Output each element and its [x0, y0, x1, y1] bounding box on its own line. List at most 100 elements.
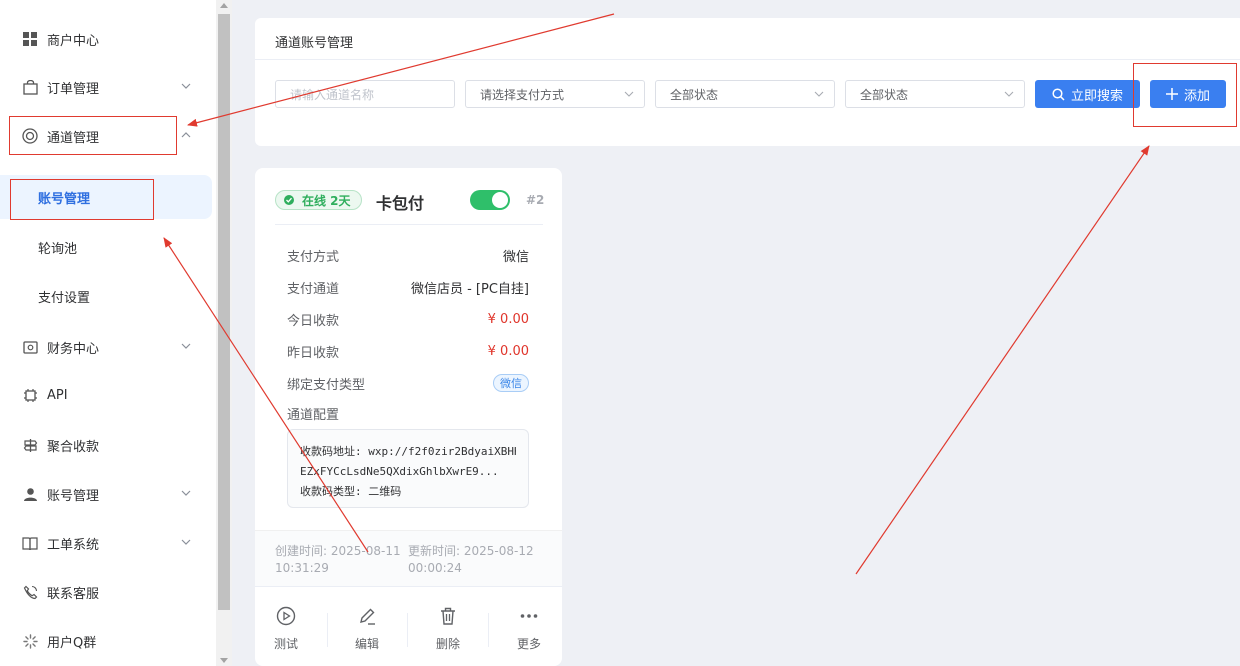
signpost-icon	[22, 437, 38, 453]
test-button[interactable]: 测试	[256, 605, 316, 652]
bag-icon	[22, 79, 38, 95]
sidebar-item-label: 用户Q群	[47, 635, 97, 651]
edit-button[interactable]: 编辑	[337, 605, 397, 652]
pencil-icon	[360, 608, 375, 625]
chevron-up-icon	[181, 132, 191, 138]
scroll-up-arrow-icon[interactable]	[220, 3, 228, 8]
divider	[255, 59, 1240, 60]
status-select-2[interactable]: 全部状态	[845, 80, 1025, 108]
sidebar-scrollbar[interactable]	[216, 0, 232, 666]
chevron-down-icon	[181, 539, 191, 545]
created-value: 10:31:29	[275, 561, 329, 575]
updated-time: 更新时间: 2025-08-12 00:00:24	[408, 543, 534, 577]
card-meta: 创建时间: 2025-08-11 10:31:29 更新时间: 2025-08-…	[255, 530, 562, 586]
page-title: 通道账号管理	[275, 36, 354, 51]
more-dots-icon	[520, 614, 538, 618]
info-row-bind-type: 绑定支付类型 微信	[287, 373, 529, 393]
play-circle-icon	[276, 606, 296, 626]
sidebar-item-customer-service[interactable]: 联系客服	[0, 572, 216, 612]
search-button[interactable]: 立即搜索	[1035, 80, 1140, 108]
pay-method-select[interactable]: 请选择支付方式	[465, 80, 645, 108]
info-row-today-income: 今日收款 ¥ 0.00	[287, 309, 529, 329]
sidebar-item-label: 账号管理	[47, 488, 100, 504]
annotation-box-add-button	[1133, 63, 1237, 127]
enable-toggle[interactable]	[470, 190, 510, 210]
created-label: 创建时间: 2025-08-11	[275, 544, 401, 558]
info-value: 微信	[502, 249, 529, 265]
delete-label: 删除	[435, 637, 460, 651]
sidebar-item-user-qq-group[interactable]: 用户Q群	[0, 621, 216, 661]
sidebar-item-label: API	[47, 387, 68, 403]
divider	[488, 613, 489, 647]
book-icon	[22, 535, 38, 551]
info-row-pay-channel: 支付通道 微信店员 - [PC自挂]	[287, 277, 529, 297]
config-line: 收款码类型: 二维码	[300, 485, 402, 498]
sidebar-item-api[interactable]: API	[0, 375, 216, 415]
sidebar-item-label: 订单管理	[47, 81, 100, 97]
info-key: 支付通道	[287, 281, 340, 297]
grid-icon	[22, 31, 38, 47]
user-icon	[22, 486, 38, 502]
sidebar-item-tickets[interactable]: 工单系统	[0, 523, 216, 563]
scroll-down-arrow-icon[interactable]	[220, 658, 228, 663]
created-time: 创建时间: 2025-08-11 10:31:29	[275, 543, 401, 577]
status-badge: 在线 2天	[275, 190, 362, 210]
chip-icon	[22, 387, 38, 403]
chevron-down-icon	[181, 343, 191, 349]
info-row-pay-method: 支付方式 微信	[287, 245, 529, 265]
phone-icon	[22, 584, 38, 600]
sidebar-item-label: 工单系统	[47, 537, 100, 553]
updated-label: 更新时间: 2025-08-12	[408, 544, 534, 558]
test-label: 测试	[273, 637, 298, 651]
sidebar-subitem-label: 轮询池	[38, 241, 78, 257]
config-line: 收款码地址: wxp://f2f0zir2BdyaiXBHH	[300, 445, 516, 458]
trash-icon	[441, 607, 455, 625]
sidebar-item-label: 联系客服	[47, 586, 100, 602]
channel-name-input[interactable]: 请输入通道名称	[275, 80, 455, 108]
config-label: 通道配置	[287, 408, 340, 423]
sidebar-item-aggregate-collection[interactable]: 聚合收款	[0, 425, 216, 465]
spinner-icon	[22, 633, 38, 649]
annotation-box-channels	[9, 116, 177, 155]
sidebar-subitem-payment-settings[interactable]: 支付设置	[0, 274, 212, 318]
config-line: EZxFYCcLsdNe5QXdixGhlbXwrE9...	[300, 465, 499, 478]
status-select-1-value: 全部状态	[670, 87, 719, 102]
config-box: 收款码地址: wxp://f2f0zir2BdyaiXBHH EZxFYCcLs…	[287, 429, 529, 508]
chevron-down-icon	[181, 83, 191, 89]
status-text: 在线 2天	[302, 193, 351, 208]
info-key: 昨日收款	[287, 345, 340, 361]
search-icon	[1052, 87, 1065, 101]
card-actions: 测试 编辑 删除 更多	[255, 586, 562, 666]
check-circle-icon	[284, 195, 294, 205]
toggle-knob	[492, 192, 508, 208]
info-key: 支付方式	[287, 249, 340, 265]
pay-type-tag: 微信	[493, 374, 529, 392]
delete-button[interactable]: 删除	[418, 605, 478, 652]
more-label: 更多	[516, 637, 541, 651]
info-value: ¥ 0.00	[487, 343, 529, 359]
pay-method-value: 请选择支付方式	[480, 87, 565, 102]
info-value: 微信店员 - [PC自挂]	[410, 281, 529, 297]
sidebar-subitem-polling-pool[interactable]: 轮询池	[0, 225, 212, 269]
sidebar-item-accounts[interactable]: 账号管理	[0, 474, 216, 514]
sidebar-item-merchant-center[interactable]: 商户中心	[0, 19, 216, 59]
sidebar-subitem-label: 支付设置	[38, 290, 91, 306]
more-button[interactable]: 更多	[499, 605, 559, 652]
chevron-down-icon	[181, 490, 191, 496]
search-button-label: 立即搜索	[1070, 88, 1123, 104]
updated-value: 00:00:24	[408, 561, 462, 575]
channel-card: 在线 2天 卡包付 #2 支付方式 微信 支付通道 微信店员 - [PC自挂] …	[255, 168, 562, 666]
sidebar-item-orders[interactable]: 订单管理	[0, 67, 216, 107]
status-select-1[interactable]: 全部状态	[655, 80, 835, 108]
filter-panel: 通道账号管理 请输入通道名称 请选择支付方式 全部状态 全部状态 立即搜索 添加	[255, 18, 1240, 146]
status-select-2-value: 全部状态	[860, 87, 909, 102]
chevron-down-icon	[1004, 91, 1014, 97]
scrollbar-thumb[interactable]	[218, 14, 230, 610]
info-key: 今日收款	[287, 313, 340, 329]
chevron-down-icon	[624, 91, 634, 97]
sidebar-item-finance[interactable]: 财务中心	[0, 327, 216, 367]
info-key: 绑定支付类型	[287, 377, 366, 393]
sidebar-item-label: 商户中心	[47, 33, 100, 49]
info-row-yesterday-income: 昨日收款 ¥ 0.00	[287, 341, 529, 361]
divider	[327, 613, 328, 647]
